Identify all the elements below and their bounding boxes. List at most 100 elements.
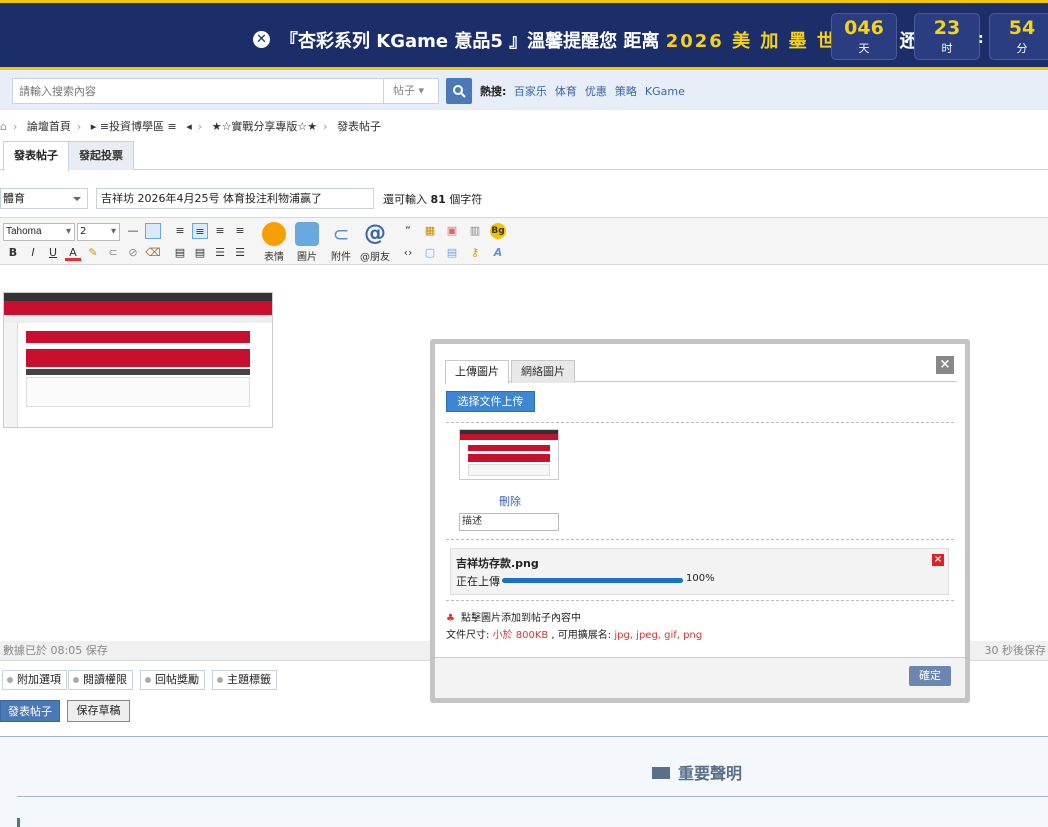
- category-select[interactable]: 體育: [0, 188, 88, 209]
- quote-icon[interactable]: “: [400, 223, 416, 239]
- flash-icon[interactable]: ▣: [444, 223, 460, 239]
- countdown-days-value: 046: [844, 17, 884, 39]
- breadcrumb: ⌂ › 論壇首頁 › ▸ ≡投資博學區 ≡ ◂ › ★☆實戰分享專版☆★ › 發表帖子: [0, 120, 382, 133]
- category-value: 體育: [3, 192, 25, 205]
- uploaded-thumbnail[interactable]: [459, 429, 559, 480]
- bg-icon[interactable]: Bg: [490, 223, 506, 239]
- remove-file-icon[interactable]: ×: [932, 554, 944, 566]
- html-icon[interactable]: ‹›: [400, 245, 416, 261]
- remain-suffix: 個字符: [449, 193, 483, 206]
- hr-icon[interactable]: —: [125, 223, 141, 239]
- countdown-hours-value: 23: [933, 17, 961, 39]
- unlink-icon[interactable]: ⊘: [125, 245, 141, 261]
- inserted-image[interactable]: [3, 292, 273, 428]
- description-input[interactable]: 描述: [459, 513, 559, 531]
- font-color-icon[interactable]: A: [65, 245, 81, 261]
- autosave-next: 30 秒後保存: [984, 644, 1047, 657]
- close-banner-icon[interactable]: ✕: [253, 31, 270, 48]
- allowed-extensions: jpg, jpeg, gif, png: [614, 630, 703, 641]
- mention-label: @朋友: [360, 252, 390, 263]
- tab-new-thread[interactable]: 發表帖子: [3, 141, 69, 171]
- bell-icon: ♣: [446, 613, 455, 624]
- option-label: 附加選項: [17, 673, 61, 686]
- paperclip-icon: ⊂: [332, 222, 350, 246]
- search-button[interactable]: [446, 78, 472, 104]
- underline-icon[interactable]: U: [45, 245, 61, 261]
- subject-input[interactable]: 吉祥坊 2026年4月25号 体育投注利物浦赢了: [96, 188, 374, 209]
- emoji-button[interactable]: 表情: [262, 222, 286, 263]
- close-icon[interactable]: ×: [936, 356, 954, 374]
- align-justify-icon[interactable]: ≡: [232, 223, 248, 239]
- bold-icon[interactable]: B: [5, 245, 21, 261]
- copy-icon[interactable]: ▢: [422, 245, 438, 261]
- divider: [446, 422, 954, 423]
- home-icon[interactable]: ⌂: [0, 120, 7, 133]
- tab-upload-image[interactable]: 上傳圖片: [445, 360, 509, 384]
- countdown-hours-unit: 时: [941, 42, 953, 55]
- dialog-tabs: 上傳圖片 網絡圖片: [445, 358, 957, 384]
- notice-divider: [17, 796, 1048, 797]
- hot-link[interactable]: 体育: [555, 85, 577, 98]
- mention-button[interactable]: @ @朋友: [360, 222, 390, 264]
- italic-icon[interactable]: I: [25, 245, 41, 261]
- page-icon[interactable]: ▥: [467, 223, 483, 239]
- font-family-select[interactable]: Tahoma ▾: [3, 223, 75, 241]
- attachment-button[interactable]: ⊂ 附件: [329, 222, 353, 263]
- countdown-separator: :: [978, 31, 984, 47]
- search-input[interactable]: [12, 78, 384, 104]
- breadcrumb-item[interactable]: 論壇首頁: [27, 120, 71, 133]
- breadcrumb-item[interactable]: ★☆實戰分享專版☆★: [212, 120, 317, 133]
- ordered-list-icon[interactable]: ☰: [212, 245, 228, 261]
- link-icon[interactable]: ⊂: [105, 245, 121, 261]
- choose-file-button[interactable]: 选择文件上传: [446, 391, 535, 412]
- delete-link[interactable]: 刪除: [499, 493, 521, 509]
- save-draft-button[interactable]: 保存草稿: [67, 700, 130, 722]
- upload-progress-fill: [502, 578, 683, 583]
- option-reply-reward[interactable]: 回帖獎勵: [140, 670, 205, 690]
- hot-link[interactable]: 优惠: [585, 85, 607, 98]
- option-tags[interactable]: 主題標籤: [212, 670, 277, 690]
- highlight-icon[interactable]: ✎: [85, 245, 101, 261]
- table-icon[interactable]: [145, 223, 161, 239]
- emoji-label: 表情: [264, 252, 284, 263]
- paste-icon[interactable]: ▤: [444, 245, 460, 261]
- breadcrumb-item[interactable]: ▸ ≡投資博學區 ≡ ◂: [91, 120, 192, 133]
- align-left-icon[interactable]: ≡: [172, 223, 188, 239]
- breadcrumb-item-label: ≡投資博學區 ≡: [99, 120, 177, 133]
- hot-link[interactable]: 策略: [615, 85, 637, 98]
- align-right-icon[interactable]: ≡: [212, 223, 228, 239]
- countdown-minutes: 54 分: [989, 13, 1048, 60]
- search-type-label: 帖子: [393, 84, 415, 97]
- countdown-minutes-unit: 分: [1016, 42, 1028, 55]
- image-icon: [295, 222, 319, 246]
- password-icon[interactable]: ⚷: [467, 245, 483, 261]
- clear-format-icon[interactable]: ⌫: [145, 245, 161, 261]
- countdown-days-unit: 天: [858, 42, 870, 55]
- font-size-select[interactable]: 2 ▾: [77, 223, 120, 241]
- hot-link[interactable]: KGame: [645, 85, 685, 98]
- align-center-icon[interactable]: ≡: [192, 223, 208, 239]
- option-read-perm[interactable]: 閱讀權限: [68, 670, 133, 690]
- image-button[interactable]: 圖片: [295, 222, 319, 263]
- hot-link[interactable]: 百家乐: [514, 85, 547, 98]
- image-upload-dialog: 上傳圖片 網絡圖片 × 选择文件上传 刪除 描述 吉祥坊存款.png 正在上傳 …: [430, 339, 970, 703]
- editor-toolbar: Tahoma ▾ 2 ▾ — B I U A ✎ ⊂ ⊘ ⌫ ≡ ≡ ≡ ≡ ▤…: [0, 217, 1048, 265]
- tab-new-poll[interactable]: 發起投票: [68, 141, 134, 170]
- code-icon[interactable]: ▦: [422, 223, 438, 239]
- submit-post-button[interactable]: 發表帖子: [0, 700, 60, 722]
- click-tip-text: 點擊圖片添加到帖子內容中: [460, 613, 581, 624]
- megaphone-icon: [652, 767, 670, 779]
- float-right-icon[interactable]: ▤: [192, 245, 208, 261]
- notice-title: 重要聲明: [652, 760, 742, 784]
- confirm-button[interactable]: 確定: [909, 666, 951, 686]
- tab-web-image[interactable]: 網絡圖片: [511, 360, 575, 383]
- float-left-icon[interactable]: ▤: [172, 245, 188, 261]
- upload-status: 正在上傳: [456, 575, 500, 588]
- unordered-list-icon[interactable]: ☰: [232, 245, 248, 261]
- hot-search-label: 熱搜:: [480, 85, 507, 98]
- notice-panel: [0, 736, 1048, 827]
- click-tip: ♣ 點擊圖片添加到帖子內容中: [446, 609, 581, 624]
- font-style-icon[interactable]: A: [490, 245, 506, 261]
- option-extra[interactable]: 附加選項: [2, 670, 67, 690]
- search-type-select[interactable]: 帖子 ▾: [383, 78, 439, 104]
